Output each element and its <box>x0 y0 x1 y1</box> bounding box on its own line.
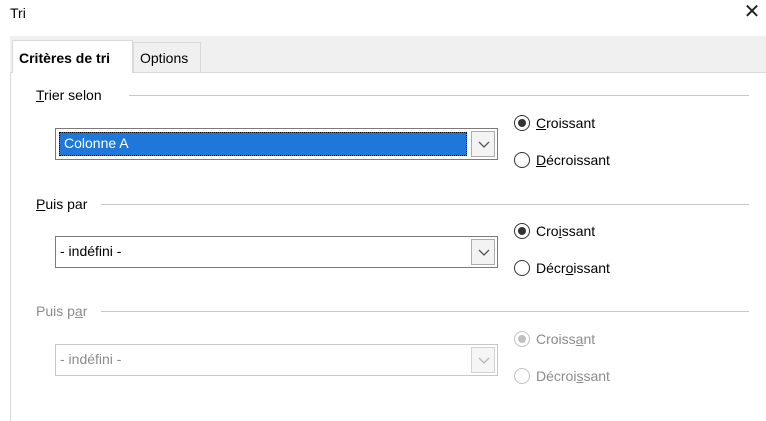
section-separator <box>129 95 749 96</box>
sort-3-descending-radio: Décroissant <box>514 368 610 384</box>
sort-1-ascending-radio[interactable]: Croissant <box>514 115 595 131</box>
sort-key-1-dropdown[interactable]: Colonne A <box>55 128 498 160</box>
radio-label: Décroissant <box>536 368 610 384</box>
sort-key-3-dropdown: - indéfini - <box>55 344 498 376</box>
sort-key-3-dropdown-button <box>471 347 495 373</box>
tab-criteres-de-tri[interactable]: Critères de tri <box>12 40 133 73</box>
chevron-down-icon <box>478 249 490 256</box>
sort-1-descending-radio[interactable]: Décroissant <box>514 152 610 168</box>
sort-3-ascending-radio: Croissant <box>514 331 595 347</box>
dialog-title: Tri <box>10 5 26 21</box>
tab-options[interactable]: Options <box>133 42 201 73</box>
section-label-trier-selon: Trier selon <box>36 87 108 103</box>
sort-key-1-dropdown-button[interactable] <box>471 131 495 157</box>
tab-panel: Trier selon Colonne A Croissant Décroiss… <box>10 73 766 421</box>
section-label-puis-par-disabled: Puis par <box>36 303 94 319</box>
radio-label: Croissant <box>536 223 596 239</box>
sort-key-2-dropdown[interactable]: - indéfini - <box>55 236 498 268</box>
chevron-down-icon <box>478 141 490 148</box>
sort-key-3-value: - indéfini - <box>60 351 122 367</box>
section-label-puis-par: Puis par <box>36 196 94 212</box>
chevron-down-icon <box>478 357 490 364</box>
sort-2-ascending-radio[interactable]: Croissant <box>514 223 595 239</box>
radio-checked-icon <box>514 331 530 347</box>
radio-label: Décroissant <box>536 260 610 276</box>
radio-checked-icon <box>514 115 530 131</box>
radio-unchecked-icon <box>514 368 530 384</box>
sort-key-2-value: - indéfini - <box>60 243 122 259</box>
close-icon[interactable]: ✕ <box>742 2 762 22</box>
section-separator <box>101 311 749 312</box>
radio-unchecked-icon <box>514 260 530 276</box>
sort-key-1-value: Colonne A <box>64 135 129 151</box>
radio-label: Croissant <box>536 115 596 131</box>
radio-unchecked-icon <box>514 152 530 168</box>
radio-label: Décroissant <box>536 152 610 168</box>
sort-2-descending-radio[interactable]: Décroissant <box>514 260 610 276</box>
radio-checked-icon <box>514 223 530 239</box>
radio-label: Croissant <box>536 331 596 347</box>
section-separator <box>101 204 749 205</box>
sort-key-2-dropdown-button[interactable] <box>471 239 495 265</box>
